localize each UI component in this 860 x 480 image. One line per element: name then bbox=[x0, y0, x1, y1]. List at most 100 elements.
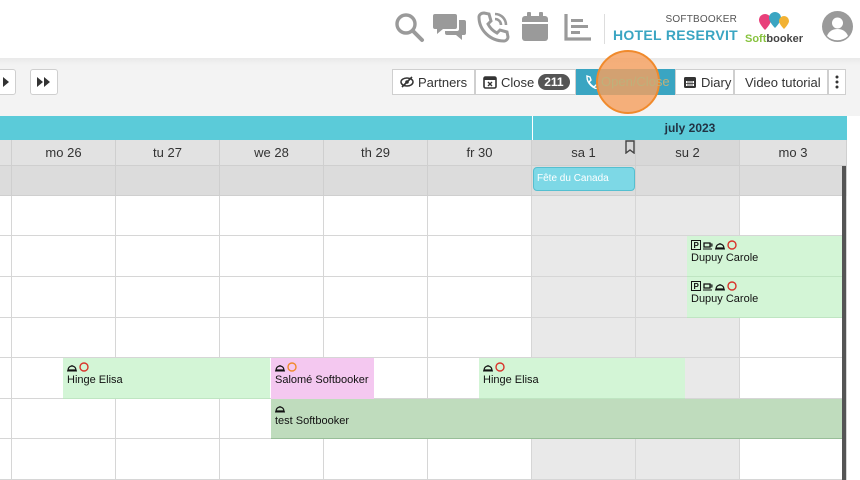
calendar-cell[interactable] bbox=[636, 439, 740, 480]
calendar-cell[interactable] bbox=[740, 196, 847, 236]
reception-bell-icon bbox=[275, 364, 285, 371]
holiday-cell bbox=[428, 166, 532, 196]
calendar-cell[interactable] bbox=[532, 196, 636, 236]
calendar-cell[interactable] bbox=[116, 236, 220, 277]
brand-subtitle: SOFTBOOKER bbox=[665, 14, 737, 25]
calendar-cell[interactable] bbox=[740, 358, 847, 399]
calendar-cell[interactable] bbox=[428, 236, 532, 277]
logo-text-soft: Soft bbox=[745, 33, 767, 45]
more-options-button[interactable] bbox=[828, 69, 846, 95]
holiday-cell bbox=[636, 166, 740, 196]
calendar-cell[interactable] bbox=[0, 236, 12, 277]
calendar-cell[interactable] bbox=[532, 439, 636, 480]
calendar-cell[interactable] bbox=[116, 196, 220, 236]
booking-icons bbox=[67, 361, 270, 372]
close-button[interactable]: Close 211 bbox=[475, 69, 576, 95]
calendar-cell[interactable] bbox=[116, 399, 220, 439]
open-close-button[interactable]: Open/Close bbox=[576, 69, 675, 95]
calendar-cell[interactable] bbox=[12, 236, 116, 277]
reports-icon[interactable] bbox=[561, 10, 595, 44]
calendar-cell[interactable] bbox=[636, 196, 740, 236]
booking[interactable]: P Dupuy Carole bbox=[687, 277, 842, 318]
calendar-cell[interactable] bbox=[116, 277, 220, 318]
calendar-cell[interactable] bbox=[428, 318, 532, 358]
booking[interactable]: test Softbooker bbox=[271, 399, 842, 439]
diary-label: Diary bbox=[701, 74, 732, 90]
play-icon bbox=[3, 77, 9, 87]
calendar-cell[interactable] bbox=[0, 277, 12, 318]
booking-icons: P bbox=[691, 280, 842, 291]
booking-guest: test Softbooker bbox=[275, 415, 349, 427]
video-tutorial-button[interactable]: Video tutorial bbox=[734, 69, 828, 95]
more-vertical-icon bbox=[835, 75, 839, 89]
calendar-cell[interactable] bbox=[428, 277, 532, 318]
calendar-cell[interactable] bbox=[220, 196, 324, 236]
user-avatar[interactable] bbox=[822, 11, 853, 42]
calendar-cell[interactable] bbox=[12, 318, 116, 358]
calendar-cell[interactable] bbox=[324, 439, 428, 480]
calendar-cell[interactable] bbox=[532, 236, 636, 277]
breakfast-icon bbox=[703, 282, 713, 290]
previous-button[interactable] bbox=[0, 69, 16, 95]
pending-circle-icon bbox=[287, 361, 297, 372]
calendar-cell[interactable] bbox=[324, 196, 428, 236]
calendar-cell[interactable] bbox=[12, 277, 116, 318]
calendar-cell[interactable] bbox=[636, 318, 740, 358]
day-header: th 29 bbox=[324, 140, 428, 166]
reception-bell-icon bbox=[715, 242, 725, 249]
calendar-cell[interactable] bbox=[0, 399, 12, 439]
booking-guest: Hinge Elisa bbox=[67, 374, 123, 386]
bookmark-icon[interactable] bbox=[625, 140, 635, 154]
calendar-cell[interactable] bbox=[0, 358, 12, 399]
logo-text: Softbooker bbox=[745, 33, 803, 45]
calendar-cell[interactable] bbox=[0, 196, 12, 236]
parking-icon: P bbox=[691, 239, 701, 250]
holiday-cell bbox=[0, 166, 12, 196]
booking-icons bbox=[275, 361, 374, 372]
top-header: SOFTBOOKER HOTEL RESERVIT Softbooker bbox=[0, 0, 860, 58]
diary-button[interactable]: Diary bbox=[675, 69, 734, 95]
calendar-cell[interactable] bbox=[220, 277, 324, 318]
calendar-cell[interactable] bbox=[220, 439, 324, 480]
booking[interactable]: Salomé Softbooker bbox=[271, 358, 374, 399]
phone-icon[interactable] bbox=[476, 10, 510, 44]
holiday-cell bbox=[12, 166, 116, 196]
calendar-cell[interactable] bbox=[220, 318, 324, 358]
booking[interactable]: Hinge Elisa bbox=[479, 358, 685, 399]
calendar-cell[interactable] bbox=[428, 439, 532, 480]
calendar-cell[interactable] bbox=[324, 277, 428, 318]
calendar-cell[interactable] bbox=[532, 318, 636, 358]
calendar-cell[interactable] bbox=[12, 196, 116, 236]
calendar-cell[interactable] bbox=[740, 318, 847, 358]
calendar-cell[interactable] bbox=[324, 236, 428, 277]
phone-slash-icon bbox=[586, 75, 598, 89]
day-header: sa 1 bbox=[532, 140, 636, 166]
holiday-cell bbox=[324, 166, 428, 196]
calendar-cell[interactable] bbox=[0, 439, 12, 480]
calendar-cell[interactable] bbox=[116, 439, 220, 480]
close-label: Close bbox=[501, 74, 535, 90]
calendar-cell[interactable] bbox=[12, 439, 116, 480]
fast-forward-icon bbox=[37, 77, 50, 87]
calendar-icon[interactable] bbox=[518, 10, 552, 44]
partners-button[interactable]: Partners bbox=[392, 69, 475, 95]
hotel-name: HOTEL RESERVIT bbox=[612, 27, 738, 43]
reception-bell-icon bbox=[67, 364, 77, 371]
calendar-cell[interactable] bbox=[12, 399, 116, 439]
calendar-cell[interactable] bbox=[428, 196, 532, 236]
calendar-cell[interactable] bbox=[116, 318, 220, 358]
calendar-cell[interactable] bbox=[0, 318, 12, 358]
reception-bell-icon bbox=[275, 405, 285, 412]
booking[interactable]: Hinge Elisa bbox=[63, 358, 270, 399]
calendar-cell[interactable] bbox=[324, 318, 428, 358]
day-header: mo 26 bbox=[12, 140, 116, 166]
vertical-scrollbar[interactable] bbox=[842, 166, 846, 480]
search-icon[interactable] bbox=[392, 10, 426, 44]
calendar-cell[interactable] bbox=[532, 277, 636, 318]
booking[interactable]: P Dupuy Carole bbox=[687, 236, 842, 277]
calendar-cell[interactable] bbox=[220, 236, 324, 277]
calendar-cell[interactable] bbox=[740, 439, 847, 480]
holiday-event[interactable]: Fête du Canada bbox=[533, 167, 635, 191]
fast-forward-button[interactable] bbox=[30, 69, 58, 95]
chat-icon[interactable] bbox=[433, 10, 467, 44]
